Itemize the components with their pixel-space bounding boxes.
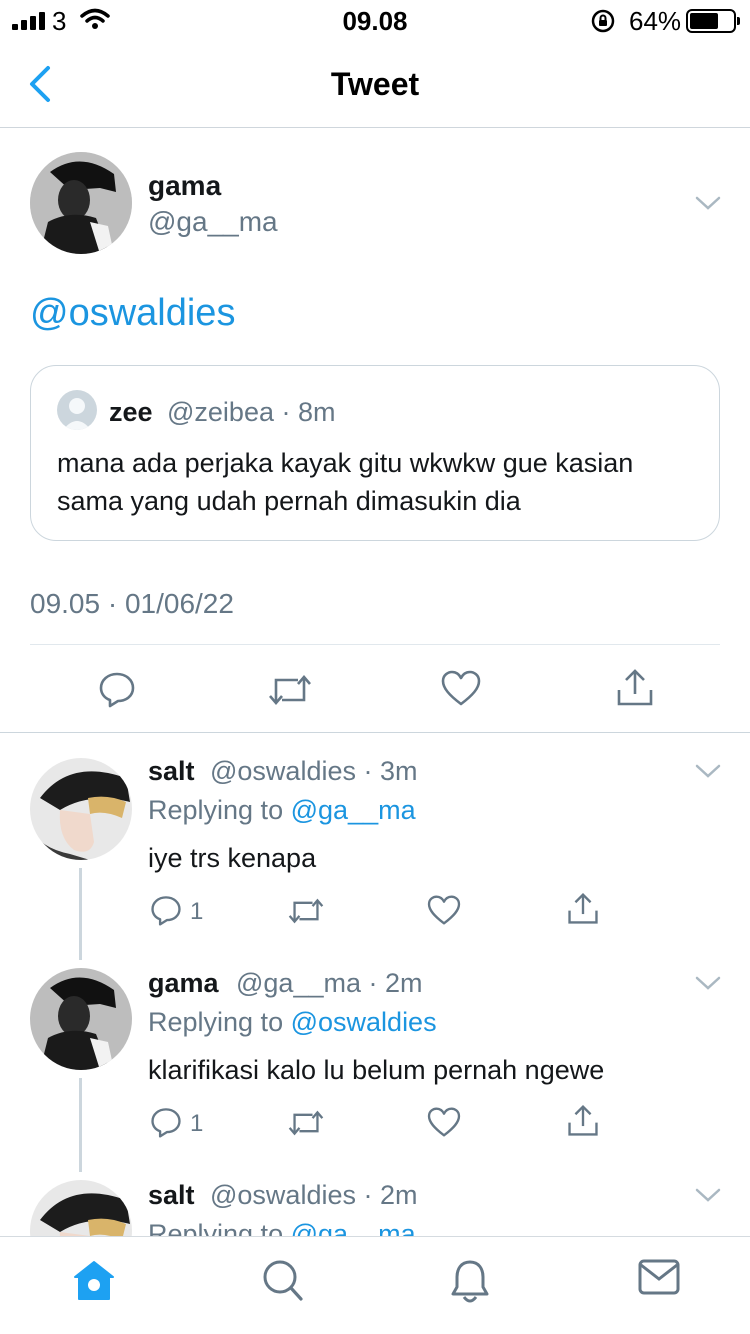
nav-bar: Tweet [0,40,750,128]
search-icon[interactable] [262,1259,304,1303]
share-icon[interactable] [616,668,654,708]
avatar[interactable] [30,152,132,254]
author-handle[interactable]: @ga__ma [148,206,278,238]
avatar[interactable] [30,758,132,860]
share-icon[interactable] [567,892,599,926]
quote-text: mana ada perjaka kayak gitu wkwkw gue ka… [57,448,634,516]
replying-to-prefix: Replying to [148,1219,284,1236]
quote-avatar [57,390,97,430]
replying-to-label: Replying to @oswaldies [148,1007,437,1038]
home-icon[interactable] [72,1259,116,1303]
page-title: Tweet [330,66,420,102]
thread-line [79,868,82,960]
status-bar: 3 09.08 64% [0,0,750,40]
notifications-icon[interactable] [450,1259,490,1305]
retweet-icon[interactable] [288,896,324,926]
messages-icon[interactable] [638,1259,680,1295]
quoted-tweet-card[interactable]: zee @zeibea · 8m mana ada perjaka kayak … [30,365,720,541]
tab-bar [0,1236,750,1334]
reply-author-meta: @ga__ma · 2m [236,968,423,998]
tweet-text[interactable]: @oswaldies [30,292,235,335]
reply-count: 1 [190,898,204,925]
avatar[interactable] [30,1180,132,1236]
like-icon[interactable] [427,895,461,925]
battery-icon [686,9,740,33]
retweet-icon[interactable] [268,672,312,708]
reply-text[interactable]: iye trs kenapa [148,843,316,874]
reply-author-name[interactable]: gama [148,968,219,999]
replying-to-prefix: Replying to [148,1007,284,1037]
reply-author-name[interactable]: salt [148,1180,195,1211]
like-icon[interactable] [441,670,481,706]
reply-partial: salt @oswaldies · 2m Replying to @ga__ma [0,1150,750,1236]
reply-author-name[interactable]: salt [148,756,195,787]
reply-icon[interactable] [150,894,182,926]
chevron-down-icon[interactable] [695,975,721,991]
reply-author-meta: @oswaldies · 3m [210,756,418,786]
replying-to-label: Replying to @ga__ma [148,795,416,826]
reply-icon[interactable] [150,1106,182,1138]
replying-to-mention[interactable]: @ga__ma [291,795,416,825]
replying-to-prefix: Replying to [148,795,284,825]
rotation-lock-icon [591,9,615,33]
avatar[interactable] [30,968,132,1070]
reply-count: 1 [190,1110,204,1137]
share-icon[interactable] [567,1104,599,1138]
divider [30,644,720,645]
battery-percentage: 64% [629,6,682,36]
chevron-down-icon[interactable] [695,763,721,779]
reply-author-meta: @oswaldies · 2m [210,1180,418,1210]
chevron-down-icon[interactable] [695,195,721,211]
like-icon[interactable] [427,1107,461,1137]
replying-to-label: Replying to @ga__ma [148,1219,416,1236]
replying-to-mention[interactable]: @ga__ma [291,1219,416,1236]
quote-author-name: zee [109,397,153,427]
quote-author-meta: @zeibea · 8m [167,397,336,427]
author-name[interactable]: gama [148,170,221,202]
retweet-icon[interactable] [288,1108,324,1138]
divider [0,732,750,733]
tweet-timestamp: 09.05 · 01/06/22 [30,588,234,619]
replying-to-mention[interactable]: @oswaldies [291,1007,437,1037]
reply-text[interactable]: klarifikasi kalo lu belum pernah ngewe [148,1055,604,1086]
reply-icon[interactable] [98,670,136,708]
chevron-down-icon[interactable] [695,1187,721,1203]
